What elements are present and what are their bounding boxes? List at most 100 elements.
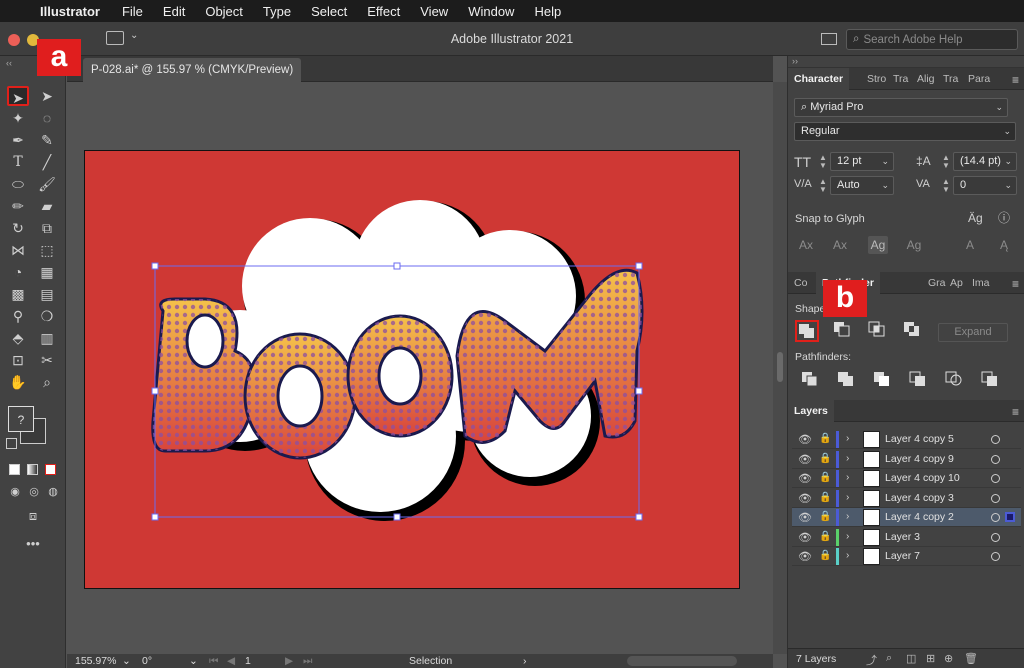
screen-mode-icon[interactable]: ⧈ [22, 506, 44, 526]
delete-layer-icon[interactable]: 🗑 [964, 652, 978, 665]
layer-row[interactable]: 👁 🔒 › Layer 3 [792, 528, 1021, 547]
mesh-tool-icon[interactable]: ▩ [7, 284, 29, 304]
last-artboard-icon[interactable]: ⏭ [303, 655, 312, 668]
menu-illustrator[interactable]: Illustrator [40, 4, 100, 19]
merge-button[interactable] [872, 369, 896, 391]
leading-stepper[interactable]: ▲ ▼ [942, 154, 950, 170]
minus-front-shape-mode-button[interactable] [832, 320, 856, 342]
lock-icon[interactable]: 🔒 [819, 492, 831, 503]
selection-tool-icon[interactable]: ➤ [7, 86, 29, 106]
lock-icon[interactable]: 🔒 [819, 453, 831, 464]
prev-artboard-icon[interactable]: ◀ [227, 655, 235, 667]
color-mode-icon[interactable] [9, 464, 20, 475]
gradient-mode-icon[interactable] [27, 464, 38, 475]
anchor-point-icon[interactable]: Ą [994, 236, 1014, 254]
menu-view[interactable]: View [420, 4, 448, 19]
search-adobe-help-field[interactable]: ⌕ Search Adobe Help [846, 29, 1018, 50]
gradient-tool-icon[interactable]: ▤ [36, 284, 58, 304]
font-size-field[interactable]: 12 pt ⌄ [830, 152, 894, 171]
tab-transform[interactable]: Tra [943, 68, 958, 90]
expand-layer-chevron-icon[interactable]: › [846, 472, 849, 483]
ellipse-tool-icon[interactable]: ⬭ [7, 174, 29, 194]
layer-name[interactable]: Layer 4 copy 10 [885, 472, 960, 484]
expand-button[interactable]: Expand [938, 323, 1008, 342]
fill-swatch[interactable]: ? [8, 406, 34, 432]
visibility-eye-icon[interactable]: 👁 [798, 531, 812, 544]
lock-icon[interactable]: 🔒 [819, 550, 831, 561]
layer-name[interactable]: Layer 7 [885, 550, 920, 562]
panel-menu-icon[interactable]: ≡ [1012, 277, 1019, 291]
menu-type[interactable]: Type [263, 4, 291, 19]
tab-gradient[interactable]: Gra [928, 272, 946, 294]
tracking-field[interactable]: 0 ⌄ [953, 176, 1017, 195]
panel-menu-icon[interactable]: ≡ [1012, 73, 1019, 87]
artboard-number[interactable]: 1 [245, 655, 251, 667]
menu-object[interactable]: Object [205, 4, 243, 19]
free-transform-tool-icon[interactable]: ⬚ [36, 240, 58, 260]
next-artboard-icon[interactable]: ▶ [285, 655, 293, 667]
eraser-tool-icon[interactable]: ▰ [36, 196, 58, 216]
kerning-field[interactable]: Auto ⌄ [830, 176, 894, 195]
lock-icon[interactable]: 🔒 [819, 531, 831, 542]
tracking-stepper[interactable]: ▲ ▼ [942, 178, 950, 194]
layer-row[interactable]: 👁 🔒 › Layer 4 copy 3 [792, 489, 1021, 508]
width-tool-icon[interactable]: ⋈ [7, 240, 29, 260]
scrollbar-thumb[interactable] [777, 352, 783, 382]
shape-builder-tool-icon[interactable]: ◔ [7, 262, 29, 282]
column-graph-tool-icon[interactable]: ▥ [36, 328, 58, 348]
symbol-sprayer-tool-icon[interactable]: ⬘ [7, 328, 29, 348]
slice-tool-icon[interactable]: ✂ [36, 350, 58, 370]
layer-row[interactable]: 👁 🔒 › Layer 7 [792, 547, 1021, 566]
intersect-shape-mode-button[interactable] [867, 320, 891, 342]
menu-edit[interactable]: Edit [163, 4, 185, 19]
proximity-guides-icon[interactable]: Ag [904, 236, 924, 254]
horizontal-scrollbar[interactable] [627, 656, 737, 666]
tab-paragraph[interactable]: Para [968, 68, 990, 90]
outline-button[interactable] [944, 369, 968, 391]
visibility-eye-icon[interactable]: 👁 [798, 511, 812, 524]
layer-target-icon[interactable] [991, 435, 1000, 444]
export-icon[interactable]: ⤴ [866, 652, 877, 668]
minus-back-button[interactable] [980, 369, 1004, 391]
chevron-down-icon[interactable]: ⌄ [122, 655, 131, 667]
divide-button[interactable] [800, 369, 824, 391]
magic-wand-tool-icon[interactable]: ✦ [7, 108, 29, 128]
locate-object-icon[interactable]: ⌕ [886, 652, 892, 665]
perspective-grid-tool-icon[interactable]: ▦ [36, 262, 58, 282]
angular-guides-icon[interactable]: A [960, 236, 980, 254]
blend-tool-icon[interactable]: ❍ [36, 306, 58, 326]
layer-row[interactable]: 👁 🔒 › Layer 4 copy 5 [792, 430, 1021, 449]
default-fill-stroke-icon[interactable] [6, 438, 17, 449]
artboard[interactable] [84, 150, 740, 589]
layer-target-icon[interactable] [991, 532, 1000, 542]
visibility-eye-icon[interactable]: 👁 [798, 492, 812, 505]
first-artboard-icon[interactable]: ⏮ [209, 655, 218, 668]
trim-button[interactable] [836, 369, 860, 391]
vertical-scrollbar[interactable] [773, 82, 787, 654]
snap-glyph-options-icon[interactable]: Äg [968, 211, 983, 225]
tab-layers[interactable]: Layers [788, 400, 834, 422]
zoom-level[interactable]: 155.97% [75, 655, 116, 667]
layer-name[interactable]: Layer 4 copy 9 [885, 453, 954, 465]
baseline-snap-icon[interactable]: Ax [796, 236, 816, 254]
canvas-area[interactable] [67, 82, 773, 654]
pencil-tool-icon[interactable]: ✏ [7, 196, 29, 216]
layer-target-icon[interactable] [991, 474, 1000, 483]
font-family-select[interactable]: ⌕ Myriad Pro ⌄ [794, 98, 1008, 117]
document-tab[interactable]: P-028.ai* @ 155.97 % (CMYK/Preview) [83, 58, 302, 82]
none-mode-icon[interactable] [45, 464, 56, 475]
font-size-stepper[interactable]: ▲ ▼ [819, 154, 827, 170]
new-sublayer-icon[interactable]: ⊞ [926, 652, 935, 665]
layer-target-icon[interactable] [991, 493, 1000, 503]
menu-effect[interactable]: Effect [367, 4, 400, 19]
layer-row[interactable]: 👁 🔒 › Layer 4 copy 9 [792, 450, 1021, 469]
collapse-toolbar-icon[interactable]: ‹‹ [6, 58, 12, 68]
edit-toolbar-icon[interactable]: ••• [22, 534, 44, 554]
chevron-right-icon[interactable]: › [523, 655, 527, 667]
current-tool-label[interactable]: Selection [409, 655, 452, 667]
layer-name[interactable]: Layer 4 copy 2 [885, 511, 954, 523]
line-tool-icon[interactable]: ╱ [36, 152, 58, 172]
tab-character[interactable]: Character [788, 68, 850, 90]
expand-layer-chevron-icon[interactable]: › [846, 550, 849, 561]
menu-help[interactable]: Help [534, 4, 561, 19]
